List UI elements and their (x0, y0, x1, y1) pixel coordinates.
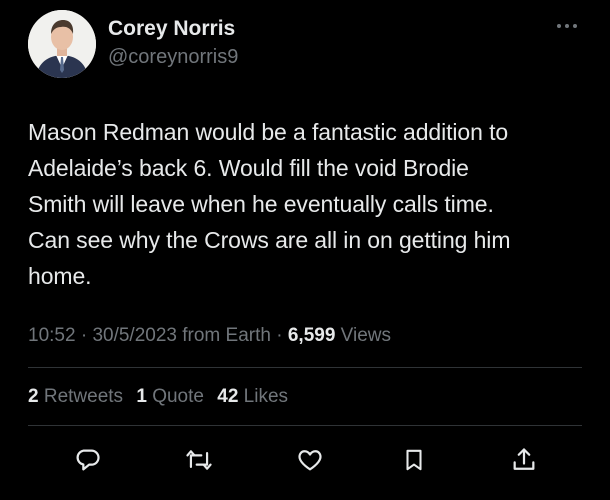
tweet-detail: Corey Norris @coreynorris9 Mason Redman … (0, 0, 610, 500)
tweet-time[interactable]: 10:52 (28, 325, 76, 346)
tweet-source: from Earth (176, 325, 271, 346)
reply-icon (76, 449, 100, 471)
retweet-icon (186, 450, 212, 470)
bookmark-icon (406, 449, 422, 471)
reply-button[interactable] (68, 440, 108, 480)
bookmark-button[interactable] (394, 440, 434, 480)
tweet-text-line: Adelaide’s back 6. Would fill the void B… (28, 155, 469, 181)
tweet-text-line: home. (28, 263, 92, 289)
more-options-icon[interactable] (554, 18, 580, 28)
meta-separator: · (75, 325, 93, 346)
heart-icon (298, 450, 322, 471)
tweet-meta: 10:52 · 30/5/2023 from Earth · 6,599 Vie… (28, 323, 391, 349)
retweets-label: Retweets (43, 386, 124, 407)
share-icon (513, 448, 535, 470)
tweet-text-line: Can see why the Crows are all in on gett… (28, 227, 511, 253)
share-button[interactable] (504, 440, 544, 480)
tweet-text-line: Mason Redman would be a fantastic additi… (28, 119, 509, 145)
divider (28, 367, 582, 368)
divider (28, 425, 582, 426)
quotes-count: 1 (136, 386, 147, 407)
tweet-actions (28, 440, 582, 480)
tweet-text-line: Smith will leave when he eventually call… (28, 191, 494, 217)
likes-count: 42 (217, 386, 239, 407)
quotes-stat[interactable]: 1 Quote (136, 386, 204, 407)
author-handle[interactable]: @coreynorris9 (108, 44, 238, 70)
views-label: Views (335, 325, 392, 346)
retweet-button[interactable] (179, 440, 219, 480)
views-count: 6,599 (287, 325, 336, 346)
tweet-stats: 2 Retweets 1 Quote 42 Likes (28, 384, 296, 410)
person-avatar-icon (28, 10, 96, 78)
avatar[interactable] (28, 10, 96, 78)
meta-separator: · (270, 325, 288, 346)
like-button[interactable] (290, 440, 330, 480)
tweet-header: Corey Norris @coreynorris9 (28, 10, 588, 80)
tweet-date[interactable]: 30/5/2023 (92, 325, 177, 346)
retweets-stat[interactable]: 2 Retweets (28, 386, 123, 407)
quotes-label: Quote (152, 386, 204, 407)
retweets-count: 2 (28, 386, 39, 407)
likes-label: Likes (243, 386, 289, 407)
likes-stat[interactable]: 42 Likes (217, 386, 288, 407)
author-names: Corey Norris @coreynorris9 (108, 16, 238, 70)
author-display-name[interactable]: Corey Norris (108, 16, 238, 42)
tweet-text: Mason Redman would be a fantastic additi… (28, 114, 588, 294)
